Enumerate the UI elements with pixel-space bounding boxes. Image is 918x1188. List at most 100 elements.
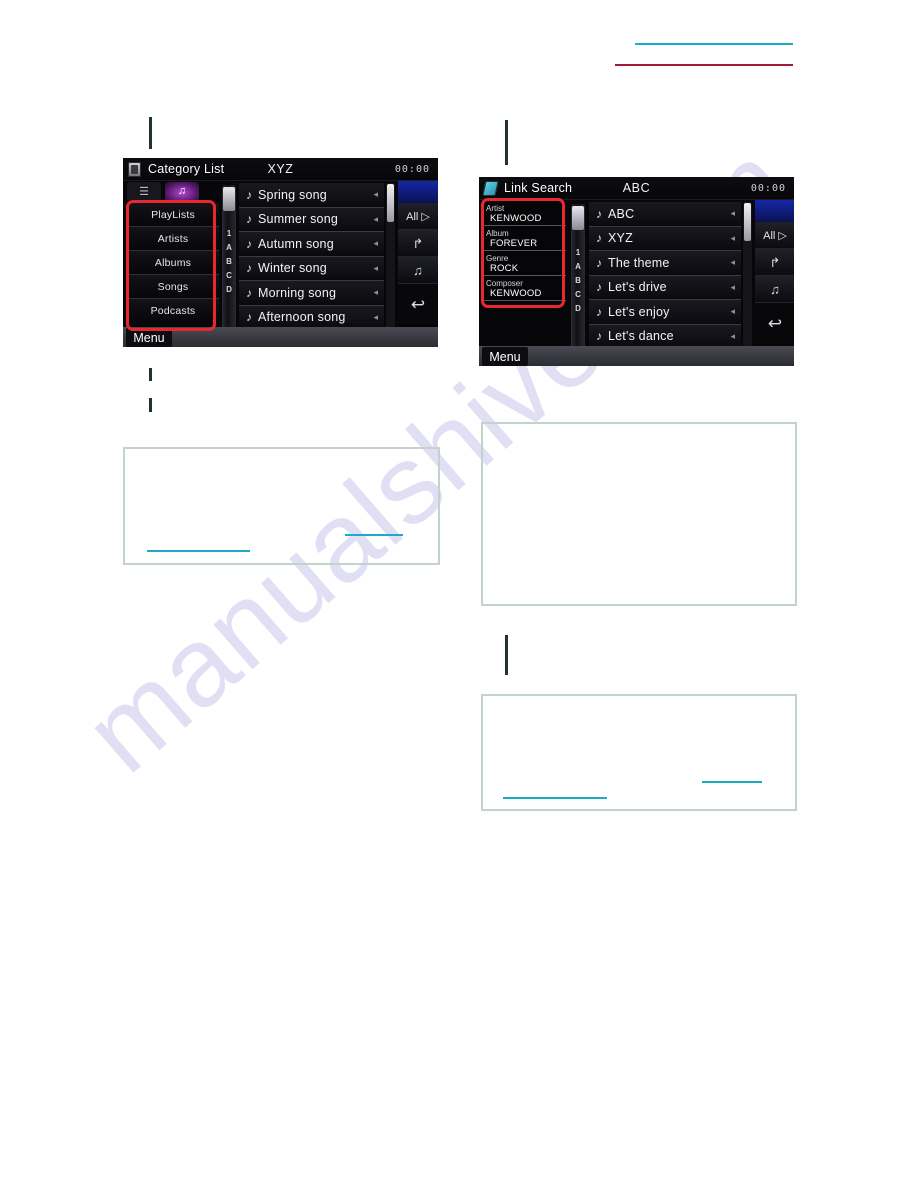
header-link-rule-red[interactable] xyxy=(615,64,793,66)
up-level-button[interactable]: ↱ xyxy=(755,249,794,276)
link-info-row-composer[interactable]: Composer KENWOOD xyxy=(482,278,566,301)
song-row[interactable]: ♪ Autumn song ◂ xyxy=(239,232,384,257)
leader-tick-screen1 xyxy=(149,117,152,149)
song-title: ABC xyxy=(608,206,635,221)
side-panel-header xyxy=(398,181,438,203)
list-scrollbar[interactable] xyxy=(386,183,395,335)
song-play-arrow-icon: ◂ xyxy=(730,208,735,219)
song-title: Spring song xyxy=(258,187,327,202)
menu-button[interactable]: Menu xyxy=(126,328,172,347)
alphabet-scrollbar[interactable]: 1 A B C D xyxy=(571,204,585,356)
alphabet-letter-d[interactable]: D xyxy=(226,285,232,294)
song-title: Autumn song xyxy=(258,236,334,251)
alphabet-letter-b[interactable]: B xyxy=(226,257,232,266)
link-info-key: Album xyxy=(486,229,509,238)
alphabet-scroll-thumb[interactable] xyxy=(572,206,584,230)
side-button-panel: All ▷ ↱ ♫ ↩ xyxy=(755,200,794,366)
playlist-add-button[interactable]: ♫ xyxy=(398,257,438,284)
up-arrow-icon: ↱ xyxy=(769,254,781,270)
song-row[interactable]: ♪ Summer song ◂ xyxy=(239,207,384,232)
alphabet-letter-c[interactable]: C xyxy=(226,271,232,280)
song-play-arrow-icon: ◂ xyxy=(373,238,378,249)
screen-body-link-search: Artist KENWOOD Album FOREVER Genre ROCK … xyxy=(479,200,794,366)
song-title: Let's drive xyxy=(608,280,667,295)
note-link-left-a[interactable] xyxy=(147,550,250,552)
link-info-row-album[interactable]: Album FOREVER xyxy=(482,228,566,251)
screen-body-category-list: ☰ ♫ PlayLists Artists Albums Songs Podca… xyxy=(123,181,438,347)
category-item-podcasts[interactable]: Podcasts xyxy=(127,299,219,322)
note-box-right-upper xyxy=(481,422,797,606)
link-info-row-artist[interactable]: Artist KENWOOD xyxy=(482,203,566,226)
up-level-button[interactable]: ↱ xyxy=(398,230,438,257)
playlist-add-icon: ♫ xyxy=(413,262,423,278)
usb-icon xyxy=(128,161,141,177)
ipod-icon xyxy=(482,180,499,196)
song-row[interactable]: ♪ XYZ ◂ xyxy=(589,226,741,251)
song-row[interactable]: ♪ Let's enjoy ◂ xyxy=(589,300,741,325)
alphabet-letter-1[interactable]: 1 xyxy=(227,229,231,238)
song-row[interactable]: ♪ The theme ◂ xyxy=(589,251,741,276)
music-note-icon: ♪ xyxy=(596,280,602,295)
music-note-icon: ♪ xyxy=(596,231,602,246)
header-link-rule-cyan[interactable] xyxy=(635,43,793,45)
alphabet-letter-b[interactable]: B xyxy=(575,276,581,285)
alphabet-letter-1[interactable]: 1 xyxy=(576,248,580,257)
tab-list[interactable]: ☰ xyxy=(127,182,161,200)
alphabet-letter-c[interactable]: C xyxy=(575,290,581,299)
music-note-icon: ♪ xyxy=(246,285,252,300)
song-title: Winter song xyxy=(258,261,327,276)
alphabet-scroll-thumb[interactable] xyxy=(223,187,235,211)
song-title: Let's dance xyxy=(608,329,674,344)
leader-tick-note1a xyxy=(149,368,152,381)
song-row[interactable]: ♪ Spring song ◂ xyxy=(239,183,384,208)
list-scrollbar[interactable] xyxy=(743,202,752,354)
alphabet-letter-d[interactable]: D xyxy=(575,304,581,313)
song-list: ♪ ABC ◂ ♪ XYZ ◂ ♪ The theme ◂ ♪ Let's dr… xyxy=(589,202,741,349)
song-play-arrow-icon: ◂ xyxy=(373,311,378,322)
category-item-artists[interactable]: Artists xyxy=(127,227,219,251)
alphabet-scrollbar[interactable]: 1 A B C D xyxy=(222,185,236,337)
song-row[interactable]: ♪ Let's drive ◂ xyxy=(589,275,741,300)
song-title: Summer song xyxy=(258,212,339,227)
song-row[interactable]: ♪ Morning song ◂ xyxy=(239,281,384,306)
alphabet-letter-a[interactable]: A xyxy=(575,262,581,271)
song-play-arrow-icon: ◂ xyxy=(730,257,735,268)
side-button-panel: All ▷ ↱ ♫ ↩ xyxy=(398,181,438,347)
playlist-add-button[interactable]: ♫ xyxy=(755,276,794,303)
return-button[interactable]: ↩ xyxy=(755,303,794,343)
list-scroll-thumb[interactable] xyxy=(387,184,394,222)
playlist-add-icon: ♫ xyxy=(770,281,780,297)
note-box-left-upper xyxy=(123,447,440,565)
titlebar-link-search: Link Search ABC 00:00 xyxy=(479,177,794,200)
song-play-arrow-icon: ◂ xyxy=(730,281,735,292)
all-play-button[interactable]: All ▷ xyxy=(398,203,438,230)
titlebar-category-list: Category List XYZ 00:00 xyxy=(123,158,438,181)
menu-button[interactable]: Menu xyxy=(482,347,528,366)
return-button[interactable]: ↩ xyxy=(398,284,438,324)
music-note-icon: ♪ xyxy=(246,187,252,202)
category-item-playlists[interactable]: PlayLists xyxy=(127,203,219,227)
category-item-albums[interactable]: Albums xyxy=(127,251,219,275)
song-play-arrow-icon: ◂ xyxy=(373,262,378,273)
category-item-songs[interactable]: Songs xyxy=(127,275,219,299)
link-info-key: Composer xyxy=(486,279,523,288)
side-panel-header xyxy=(755,200,794,222)
link-info-key: Artist xyxy=(486,204,505,213)
song-list: ♪ Spring song ◂ ♪ Summer song ◂ ♪ Autumn… xyxy=(239,183,384,330)
note-link-right-b[interactable] xyxy=(702,781,762,783)
note-link-left-b[interactable] xyxy=(345,534,403,536)
music-note-icon: ♪ xyxy=(246,261,252,276)
note-link-right-a[interactable] xyxy=(503,797,607,799)
alphabet-letter-a[interactable]: A xyxy=(226,243,232,252)
song-row[interactable]: ♪ Winter song ◂ xyxy=(239,256,384,281)
return-arrow-icon: ↩ xyxy=(767,313,783,333)
link-info-row-genre[interactable]: Genre ROCK xyxy=(482,253,566,276)
song-row[interactable]: ♪ ABC ◂ xyxy=(589,202,741,227)
all-play-button[interactable]: All ▷ xyxy=(755,222,794,249)
list-scroll-thumb[interactable] xyxy=(744,203,751,241)
music-note-icon: ♪ xyxy=(246,236,252,251)
tab-music[interactable]: ♫ xyxy=(165,182,199,200)
source-tabs: ☰ ♫ xyxy=(123,181,215,201)
song-title: XYZ xyxy=(608,231,633,246)
song-play-arrow-icon: ◂ xyxy=(730,306,735,317)
